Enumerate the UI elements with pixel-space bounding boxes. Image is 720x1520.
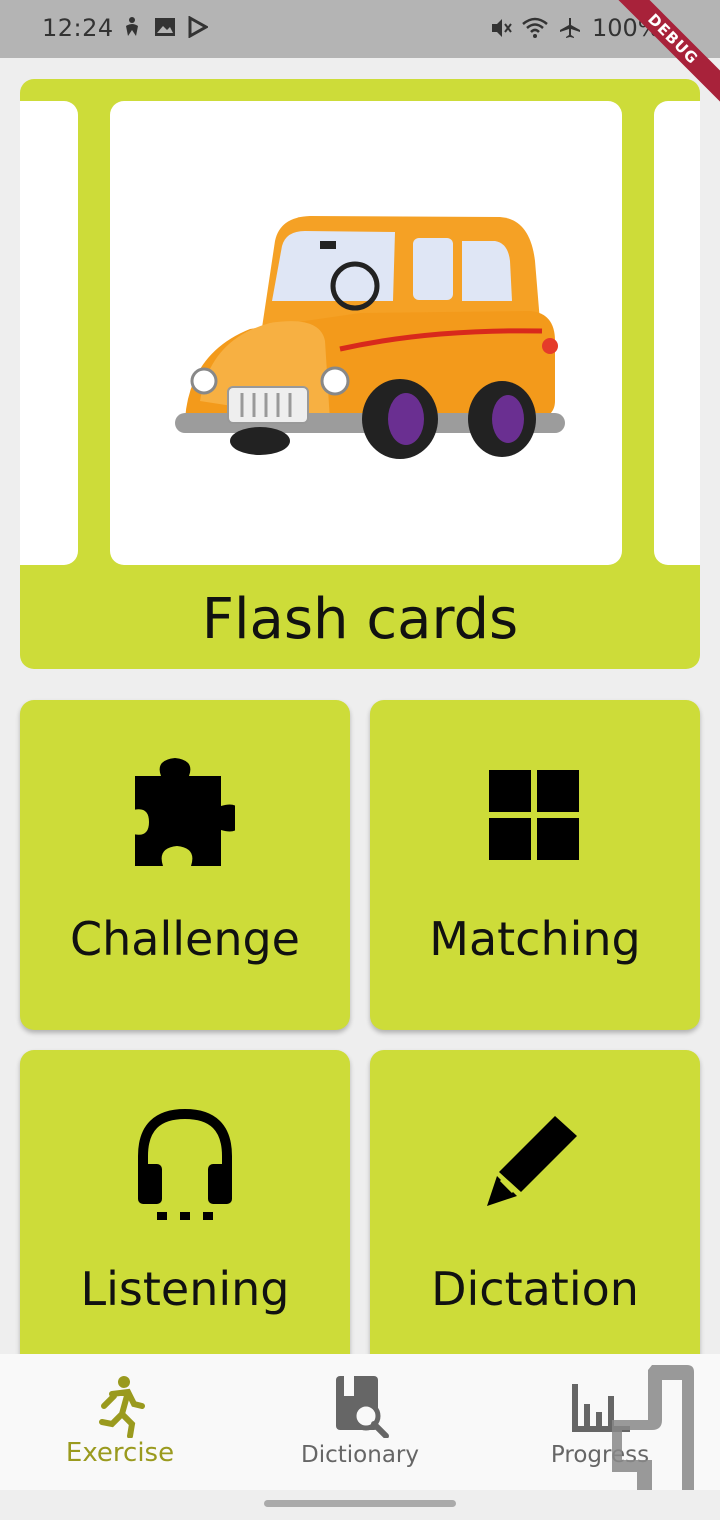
accessibility-icon	[126, 17, 138, 36]
mute-icon	[492, 19, 512, 37]
challenge-tile[interactable]: Challenge	[20, 700, 350, 1030]
nav-item-dictionary[interactable]: Dictionary	[240, 1354, 480, 1490]
flash-cards-title: Flash cards	[201, 587, 519, 652]
dictionary-search-icon	[336, 1376, 389, 1438]
flash-card-previous[interactable]	[20, 101, 78, 565]
system-icons	[490, 16, 582, 40]
home-indicator[interactable]	[264, 1500, 456, 1507]
car-illustration	[175, 216, 565, 459]
pencil-icon	[487, 1116, 577, 1206]
running-icon	[99, 1376, 145, 1438]
listening-tile[interactable]: Listening	[20, 1050, 350, 1380]
flash-card-current[interactable]	[110, 101, 622, 565]
flash-card-next[interactable]	[654, 101, 700, 565]
matching-label: Matching	[429, 912, 641, 966]
puzzle-icon	[135, 758, 235, 866]
image-icon	[155, 18, 175, 36]
status-bar: 12:24 100% DEBUG	[0, 0, 720, 107]
wifi-icon	[522, 17, 548, 38]
nav-label-exercise: Exercise	[65, 1438, 175, 1468]
grid-icon	[489, 770, 579, 860]
matching-tile[interactable]: Matching	[370, 700, 700, 1030]
headphones-icon	[138, 1108, 232, 1220]
status-time: 12:24	[42, 14, 114, 42]
dictation-tile[interactable]: Dictation	[370, 1050, 700, 1380]
nav-item-exercise[interactable]: Exercise	[0, 1354, 240, 1490]
dictation-label: Dictation	[431, 1262, 639, 1316]
nav-label-dictionary: Dictionary	[301, 1442, 419, 1468]
listening-label: Listening	[80, 1262, 290, 1316]
watermark-logo	[612, 1365, 694, 1500]
challenge-label: Challenge	[70, 912, 300, 966]
flash-cards-panel[interactable]: Flash cards	[20, 79, 700, 669]
airplane-icon	[560, 18, 580, 38]
play-store-icon	[188, 16, 208, 38]
notification-icons	[122, 16, 208, 38]
